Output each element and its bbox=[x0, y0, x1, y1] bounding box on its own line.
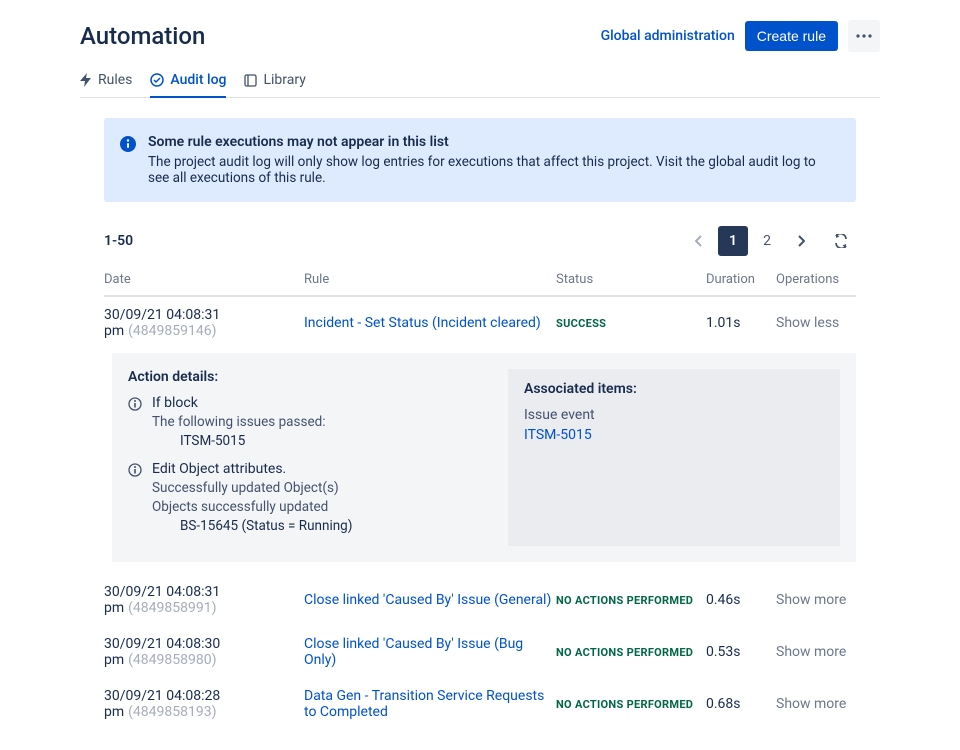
col-rule: Rule bbox=[304, 272, 556, 287]
more-icon bbox=[856, 34, 872, 38]
table-row: 30/09/21 04:08:28 pm(4849858193) Data Ge… bbox=[104, 678, 856, 730]
col-duration: Duration bbox=[706, 272, 776, 287]
row-id: (4849858991) bbox=[128, 600, 216, 616]
row-id: (4849858980) bbox=[128, 652, 216, 668]
refresh-icon bbox=[833, 234, 849, 248]
row-id: (4849859146) bbox=[128, 323, 216, 339]
col-date: Date bbox=[104, 272, 304, 287]
row-duration: 0.46s bbox=[706, 592, 776, 608]
create-rule-button[interactable]: Create rule bbox=[745, 21, 838, 51]
info-outline-icon bbox=[128, 463, 142, 534]
toggle-details[interactable]: Show more bbox=[776, 592, 846, 608]
action-details: Action details: If block The following i… bbox=[112, 353, 856, 562]
pager-prev[interactable] bbox=[684, 226, 714, 256]
rule-link[interactable]: Close linked 'Caused By' Issue (Bug Only… bbox=[304, 636, 523, 668]
more-actions-button[interactable] bbox=[848, 20, 880, 52]
check-circle-icon bbox=[150, 73, 164, 87]
chevron-left-icon bbox=[695, 235, 703, 247]
if-passed-text: The following issues passed: bbox=[152, 414, 326, 430]
col-operations: Operations bbox=[776, 272, 856, 287]
status-badge: SUCCESS bbox=[556, 317, 606, 330]
status-badge: NO ACTIONS PERFORMED bbox=[556, 698, 693, 711]
info-banner: Some rule executions may not appear in t… bbox=[104, 118, 856, 202]
toggle-details[interactable]: Show less bbox=[776, 315, 839, 331]
toggle-details[interactable]: Show more bbox=[776, 644, 846, 660]
chevron-right-icon bbox=[797, 235, 805, 247]
bolt-icon bbox=[80, 73, 92, 87]
if-block-label: If block bbox=[152, 395, 326, 411]
result-range: 1-50 bbox=[104, 233, 133, 249]
row-id: (4849858193) bbox=[128, 704, 216, 720]
table-row: 30/09/21 04:08:30 pm(4849858980) Close l… bbox=[104, 626, 856, 678]
info-outline-icon bbox=[128, 397, 142, 449]
header-actions: Global administration Create rule bbox=[601, 20, 880, 52]
tab-rules[interactable]: Rules bbox=[80, 64, 132, 98]
associated-title: Associated items: bbox=[524, 381, 824, 397]
edit-obj-label: Edit Object attributes. bbox=[152, 461, 352, 477]
global-admin-link[interactable]: Global administration bbox=[601, 28, 735, 44]
rule-link[interactable]: Data Gen - Transition Service Requests t… bbox=[304, 688, 544, 720]
page-title: Automation bbox=[80, 22, 205, 50]
associated-link[interactable]: ITSM-5015 bbox=[524, 427, 824, 443]
refresh-button[interactable] bbox=[826, 226, 856, 256]
tab-rules-label: Rules bbox=[98, 72, 132, 88]
pager-page-1[interactable]: 1 bbox=[718, 226, 748, 256]
table-row: 30/09/21 04:08:31 pm(4849858991) Close l… bbox=[104, 574, 856, 626]
toggle-details[interactable]: Show more bbox=[776, 696, 846, 712]
tabs: Rules Audit log Library bbox=[80, 64, 880, 98]
edit-objects-text: Objects successfully updated bbox=[152, 499, 352, 515]
info-icon bbox=[120, 136, 136, 186]
library-icon bbox=[244, 74, 257, 87]
details-title: Action details: bbox=[128, 369, 488, 385]
row-duration: 0.68s bbox=[706, 696, 776, 712]
pagination: 1 2 bbox=[684, 226, 856, 256]
table-row: 30/09/21 04:08:31 pm(4849859146) Inciden… bbox=[104, 297, 856, 349]
col-status: Status bbox=[556, 272, 706, 287]
row-duration: 0.53s bbox=[706, 644, 776, 660]
rule-link[interactable]: Close linked 'Caused By' Issue (General) bbox=[304, 592, 551, 608]
rule-link[interactable]: Incident - Set Status (Incident cleared) bbox=[304, 315, 541, 331]
row-duration: 1.01s bbox=[706, 315, 776, 331]
tab-audit-log[interactable]: Audit log bbox=[150, 64, 226, 98]
edit-obj-value: BS-15645 (Status = Running) bbox=[152, 518, 352, 534]
banner-title: Some rule executions may not appear in t… bbox=[148, 134, 840, 150]
edit-success-text: Successfully updated Object(s) bbox=[152, 480, 352, 496]
table-header: Date Rule Status Duration Operations bbox=[104, 264, 856, 297]
associated-label: Issue event bbox=[524, 407, 824, 423]
tab-library[interactable]: Library bbox=[244, 64, 305, 98]
tab-audit-log-label: Audit log bbox=[170, 72, 226, 88]
if-issue-key: ITSM-5015 bbox=[152, 433, 326, 449]
tab-library-label: Library bbox=[263, 72, 305, 88]
status-badge: NO ACTIONS PERFORMED bbox=[556, 646, 693, 659]
banner-text: The project audit log will only show log… bbox=[148, 154, 840, 186]
pager-next[interactable] bbox=[786, 226, 816, 256]
status-badge: NO ACTIONS PERFORMED bbox=[556, 594, 693, 607]
pager-page-2[interactable]: 2 bbox=[752, 226, 782, 256]
